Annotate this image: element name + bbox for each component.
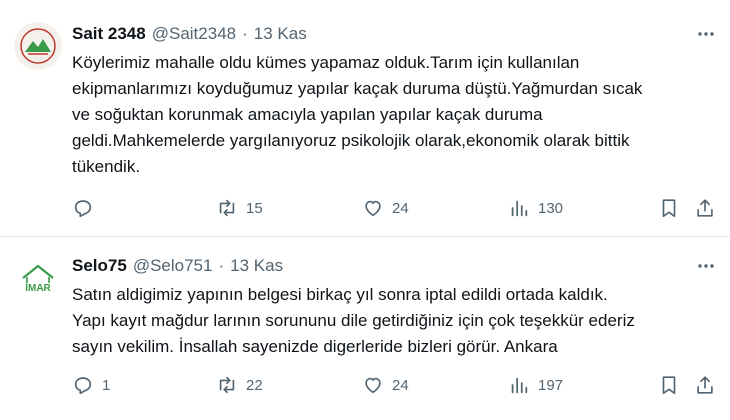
separator-dot: ·: [242, 24, 248, 43]
share-icon: [697, 376, 713, 394]
reply-icon: [74, 377, 92, 395]
avatar-logo-icon: [14, 22, 62, 70]
reply-icon: [74, 200, 92, 218]
tweet-actions: 1 22 24 197: [60, 370, 720, 400]
views-button[interactable]: 197: [508, 370, 563, 400]
more-options-button[interactable]: [694, 254, 718, 278]
retweet-count: 22: [246, 376, 263, 394]
display-name[interactable]: Sait 2348: [72, 24, 146, 44]
bookmark-icon: [662, 199, 676, 218]
user-handle[interactable]: @Sait2348: [152, 24, 236, 44]
share-button[interactable]: [694, 193, 716, 223]
reply-count: 1: [102, 376, 111, 394]
tweet-text: Köylerimiz mahalle oldu kümes yapamaz ol…: [72, 53, 643, 176]
bookmark-button[interactable]: [658, 193, 680, 223]
tweet[interactable]: Sait 2348 @Sait2348 · 13 Kas Köylerimiz …: [0, 0, 730, 237]
more-options-button[interactable]: [694, 22, 718, 46]
bookmark-icon: [662, 376, 676, 395]
avatar-text: İMAR: [25, 281, 51, 294]
separator-dot: ·: [218, 256, 225, 275]
timestamp[interactable]: 13 Kas: [254, 24, 307, 44]
timestamp[interactable]: 13 Kas: [230, 256, 283, 276]
display-name[interactable]: Selo75: [72, 256, 127, 276]
more-horizontal-icon: [698, 264, 714, 268]
reply-button[interactable]: 1: [72, 370, 110, 400]
like-icon: [365, 200, 381, 217]
reply-button[interactable]: [72, 193, 102, 223]
tweet[interactable]: İMAR Selo75 @Selo751 · 13 Kas Satın aldi…: [0, 238, 730, 420]
user-handle[interactable]: @Selo751: [133, 256, 213, 276]
retweet-count: 15: [246, 199, 263, 217]
retweet-icon: [219, 199, 235, 217]
like-icon: [365, 377, 381, 394]
tweet-text: Satın aldigimiz yapının belgesi birkaç y…: [72, 285, 635, 356]
tweet-header: Sait 2348 @Sait2348 · 13 Kas: [72, 22, 307, 46]
avatar[interactable]: İMAR: [14, 256, 62, 304]
view-count: 197: [538, 376, 564, 394]
like-button[interactable]: 24: [362, 193, 409, 223]
like-count: 24: [392, 376, 409, 394]
retweet-button[interactable]: 15: [216, 193, 263, 223]
avatar-logo-icon: İMAR: [14, 256, 62, 304]
share-icon: [697, 199, 713, 217]
bookmark-button[interactable]: [658, 370, 680, 400]
retweet-button[interactable]: 22: [216, 370, 263, 400]
share-button[interactable]: [694, 370, 716, 400]
views-button[interactable]: 130: [508, 193, 563, 223]
tweet-header: Selo75 @Selo751 · 13 Kas: [72, 254, 283, 278]
like-button[interactable]: 24: [362, 370, 409, 400]
views-icon: [511, 377, 528, 394]
more-horizontal-icon: [698, 32, 714, 36]
like-count: 24: [392, 199, 409, 217]
avatar[interactable]: [14, 22, 62, 70]
views-icon: [511, 200, 528, 217]
view-count: 130: [538, 199, 564, 217]
tweet-actions: 15 24 130: [60, 193, 720, 223]
retweet-icon: [219, 376, 235, 394]
